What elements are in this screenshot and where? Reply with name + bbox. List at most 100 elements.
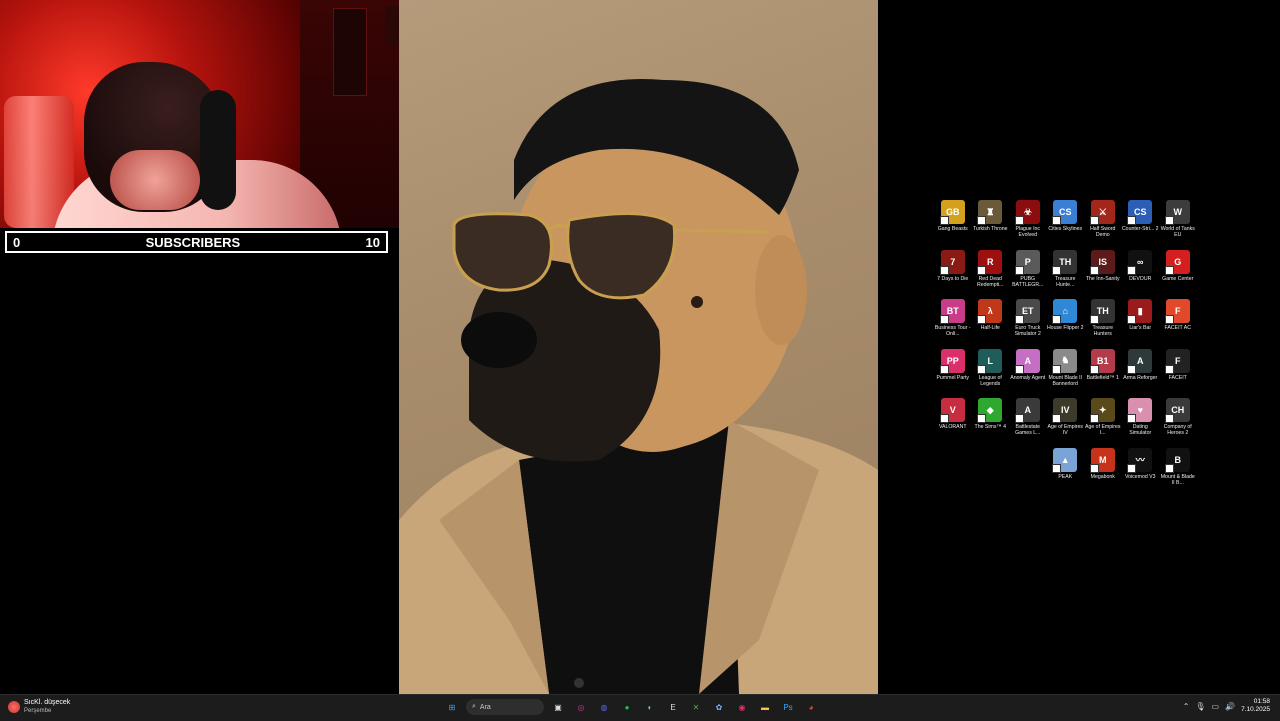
- desktop-shortcut[interactable]: ✦ Age of Empires I...: [1084, 398, 1122, 448]
- desktop-shortcut[interactable]: ◆ The Sims™ 4: [972, 398, 1010, 448]
- desktop-shortcut[interactable]: ⌂ House Flipper 2: [1047, 299, 1085, 349]
- desktop-shortcut[interactable]: ∞ DEVOUR: [1122, 249, 1160, 300]
- desktop-icon-row: 77 Days to Die R Red Dead Redempti... P PUBG…: [934, 249, 1200, 300]
- desktop-shortcut[interactable]: TH Treasure Hunters: [1084, 299, 1122, 349]
- desktop-shortcut[interactable]: IS The Inn-Sanity: [1084, 249, 1122, 300]
- obs-icon[interactable]: ◎: [572, 698, 590, 716]
- league-icon: L: [977, 348, 1003, 374]
- mount-blade-icon: B: [1164, 447, 1190, 473]
- epic-games-icon[interactable]: E: [664, 698, 682, 716]
- volume-icon[interactable]: 🔊: [1225, 702, 1235, 711]
- copilot-icon[interactable]: ✿: [710, 698, 728, 716]
- desktop-shortcut-label: Arma Reforger: [1123, 374, 1158, 381]
- desktop-shortcut[interactable]: ⚔ Half Sword Demo: [1084, 200, 1122, 250]
- world-of-tanks-icon: W: [1164, 200, 1190, 225]
- start-icon[interactable]: ⊞: [443, 698, 461, 716]
- desktop-shortcut[interactable]: A Battlestate Games L...: [1009, 398, 1047, 448]
- task-view-icon[interactable]: ▣: [549, 698, 567, 716]
- system-tray: ⌃ 🎙 ▭ 🔊 01:58 7.10.2025: [1183, 698, 1270, 714]
- desktop-icon-row: BT Business Tour - Onli... λ Half-Life ET Eur…: [934, 299, 1200, 349]
- desktop-shortcut[interactable]: A Anomaly Agent: [1009, 348, 1047, 399]
- desktop-shortcut-label: VALORANT: [938, 424, 967, 430]
- voicemod-icon: 〰: [1127, 447, 1153, 473]
- subscriber-goal-title: SUBSCRIBERS: [145, 234, 241, 250]
- taskbar: SıcKl. düşecek Perşembe ⊞ ⌕ Ara ▣ ◎ ◍ ● ◐ E ✕ ✿ ◉ ▬ P…: [0, 694, 1280, 721]
- chrome-icon[interactable]: ◕: [802, 698, 820, 716]
- desktop-shortcut-label: 7 Days to Die: [937, 275, 969, 282]
- clock[interactable]: 01:58 7.10.2025: [1241, 698, 1270, 714]
- desktop-shortcut-label: Half-Life: [980, 325, 1000, 331]
- desktop-shortcut[interactable]: P PUBG BATTLEGR...: [1009, 249, 1047, 300]
- desktop-shortcut-label: Voicemod V3: [1124, 473, 1156, 480]
- desktop-shortcut-label: Dating Simulator: [1129, 424, 1152, 436]
- clock-date: 7.10.2025: [1241, 706, 1270, 713]
- desktop-shortcut[interactable]: ♞ Mount Blade II Bannerlord: [1047, 348, 1085, 399]
- desktop-shortcut[interactable]: A Arma Reforger: [1122, 348, 1160, 399]
- desktop-shortcut[interactable]: R Red Dead Redempti...: [972, 249, 1010, 300]
- arma-reforger-icon: A: [1127, 348, 1153, 374]
- desktop-shortcut[interactable]: PP Pummel Party: [934, 348, 972, 399]
- desktop-shortcut[interactable]: 〰 Voicemod V3: [1122, 447, 1160, 498]
- search-icon: ⌕: [472, 703, 476, 710]
- desktop-shortcut-label: The Inn-Sanity: [1085, 275, 1120, 282]
- desktop-shortcut[interactable]: GB Gang Beasts: [934, 200, 972, 250]
- euro-truck-icon: ET: [1014, 299, 1040, 324]
- desktop-shortcut-label: Liar's Bar: [1129, 325, 1152, 331]
- desktop-shortcut[interactable]: F FACEIT: [1159, 348, 1197, 399]
- weather-widget[interactable]: SıcKl. düşecek Perşembe: [8, 699, 70, 715]
- display-icon[interactable]: ▭: [1212, 702, 1220, 711]
- desktop-shortcut[interactable]: L League of Legends: [972, 348, 1010, 399]
- desktop-shortcut[interactable]: B1 Battlefield™ 1: [1084, 348, 1122, 399]
- desktop-shortcut-label: Counter-Stri... 2: [1121, 226, 1159, 232]
- desktop-shortcut[interactable]: F FACEIT AC: [1159, 299, 1197, 349]
- photoshop-icon[interactable]: Ps: [779, 698, 797, 716]
- desktop-shortcut[interactable]: M Megabonk: [1084, 447, 1122, 498]
- file-explorer-icon[interactable]: ▬: [756, 698, 774, 716]
- desktop-shortcut[interactable]: TH Treasure Hunte...: [1047, 249, 1085, 300]
- desktop-shortcut[interactable]: B Mount & Blade II B...: [1159, 447, 1197, 498]
- taskbar-apps: ⊞ ⌕ Ara ▣ ◎ ◍ ● ◐ E ✕ ✿ ◉ ▬ Ps ◕: [443, 698, 820, 716]
- microphone-icon[interactable]: 🎙: [1195, 702, 1205, 711]
- xbox-icon[interactable]: ✕: [687, 698, 705, 716]
- wall-poster: [333, 8, 367, 96]
- desktop-shortcut[interactable]: ♥ Dating Simulator: [1122, 398, 1160, 448]
- desktop-shortcut[interactable]: CS Counter-Stri... 2: [1122, 200, 1160, 250]
- shirt-button: [574, 678, 584, 688]
- desktop-shortcut-label: PEAK: [1058, 473, 1073, 480]
- spotify-icon[interactable]: ●: [618, 698, 636, 716]
- desktop-shortcut[interactable]: CS Cities Skylines: [1047, 200, 1085, 250]
- devour-icon: ∞: [1127, 249, 1153, 275]
- desktop-icon-row: PP Pummel Party L League of Legends A Anomaly…: [934, 348, 1200, 399]
- desktop-shortcut[interactable]: IV Age of Empires IV: [1047, 398, 1085, 448]
- desktop-shortcut[interactable]: ET Euro Truck Simulator 2: [1009, 299, 1047, 349]
- peak-icon: ▲: [1052, 447, 1078, 473]
- desktop-shortcut-label: Turkish Throne: [972, 226, 1008, 232]
- desktop-shortcut[interactable]: ☣ Plague Inc Evolved: [1009, 200, 1047, 250]
- desktop-shortcut[interactable]: W World of Tanks EU: [1159, 200, 1197, 250]
- desktop-shortcut[interactable]: BT Business Tour - Onli...: [934, 299, 972, 349]
- age-of-empires-icon: ✦: [1089, 398, 1115, 423]
- desktop-shortcut[interactable]: ▮ Liar's Bar: [1122, 299, 1160, 349]
- counter-strike-icon: CS: [1127, 200, 1153, 225]
- desktop-shortcut-label: Euro Truck Simulator 2: [1014, 325, 1041, 337]
- desktop-shortcut-label: Pummel Party: [936, 374, 970, 381]
- webcam-feed: [0, 0, 402, 228]
- treasure-hunter-icon: TH: [1052, 249, 1078, 275]
- desktop-shortcut[interactable]: 77 Days to Die: [934, 249, 972, 300]
- desktop-shortcut[interactable]: ♜ Turkish Throne: [972, 200, 1010, 250]
- red-dead-icon: R: [977, 249, 1003, 275]
- search-box[interactable]: ⌕ Ara: [466, 699, 544, 715]
- desktop-shortcut-label: World of Tanks EU: [1160, 226, 1195, 238]
- desktop-shortcut[interactable]: ▲ PEAK: [1047, 447, 1085, 498]
- desktop-shortcut[interactable]: G Game Center: [1159, 249, 1197, 300]
- desktop-shortcut[interactable]: V VALORANT: [934, 398, 972, 448]
- chevron-up-icon[interactable]: ⌃: [1183, 702, 1190, 711]
- instagram-icon[interactable]: ◉: [733, 698, 751, 716]
- desktop-shortcut-label: FACEIT: [1168, 374, 1187, 381]
- desktop-shortcut[interactable]: CH Company of Heroes 2: [1159, 398, 1197, 448]
- cities-skylines-icon: CS: [1052, 200, 1078, 225]
- desktop-shortcut-label: Treasure Hunte...: [1054, 275, 1076, 288]
- discord-icon[interactable]: ◍: [595, 698, 613, 716]
- steam-icon[interactable]: ◐: [641, 698, 659, 716]
- desktop-shortcut[interactable]: λ Half-Life: [972, 299, 1010, 349]
